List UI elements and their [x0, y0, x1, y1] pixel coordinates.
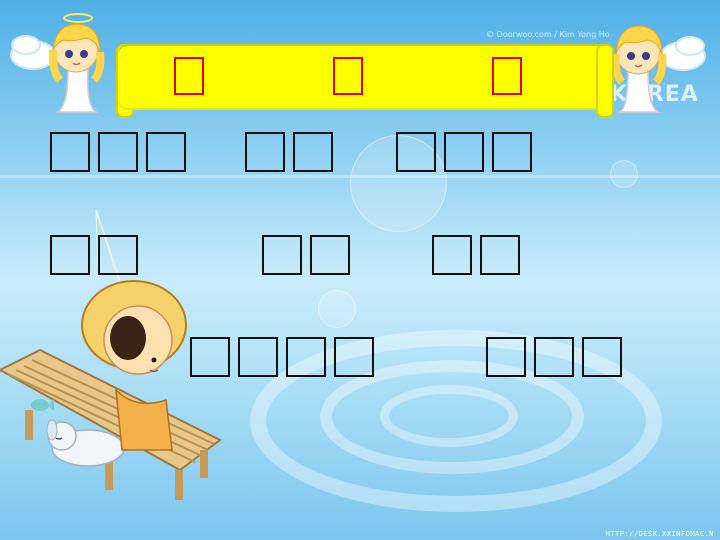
- water-ripple: [380, 385, 518, 447]
- glyph-row-3: [190, 337, 382, 377]
- angel-left-icon: [10, 13, 105, 113]
- glyph-box: [444, 132, 484, 172]
- glyph-box: [245, 132, 285, 172]
- title-glyph: [174, 57, 204, 95]
- glyph-box: [480, 235, 520, 275]
- glyph-box: [582, 337, 622, 377]
- glyph-row-1: [50, 132, 194, 172]
- glyph-box: [262, 235, 302, 275]
- glyph-box: [286, 337, 326, 377]
- banner-scroll-right: [596, 44, 614, 118]
- glyph-box: [293, 132, 333, 172]
- glyph-box: [396, 132, 436, 172]
- glyph-row-3: [486, 337, 630, 377]
- title-glyph: [333, 57, 363, 95]
- glyph-box: [492, 132, 532, 172]
- watermark-credit: © Ooorwoo.com / Kim Yong Ho: [486, 30, 610, 39]
- bubble: [610, 160, 638, 188]
- glyph-box: [486, 337, 526, 377]
- glyph-box: [98, 132, 138, 172]
- glyph-row-2: [50, 235, 146, 275]
- footer-url: HTTP://DESK.XXINFOMAC.N: [605, 530, 714, 538]
- glyph-box: [334, 337, 374, 377]
- glyph-row-2: [262, 235, 358, 275]
- angel-right-icon: [611, 25, 706, 113]
- glyph-box: [50, 235, 90, 275]
- glyph-row-1: [245, 132, 341, 172]
- fish-icon: [31, 399, 54, 411]
- glyph-row-2: [432, 235, 528, 275]
- glyph-box: [238, 337, 278, 377]
- title-glyph: [492, 57, 522, 95]
- glyph-box: [50, 132, 90, 172]
- glyph-box: [190, 337, 230, 377]
- glyph-box: [98, 235, 138, 275]
- glyph-row-1: [396, 132, 540, 172]
- glyph-box: [534, 337, 574, 377]
- glyph-box: [310, 235, 350, 275]
- glyph-box: [146, 132, 186, 172]
- slide: © Ooorwoo.com / Kim Yong Ho KOREA HTTP:/…: [0, 0, 720, 540]
- glyph-box: [432, 235, 472, 275]
- bubble: [318, 290, 356, 328]
